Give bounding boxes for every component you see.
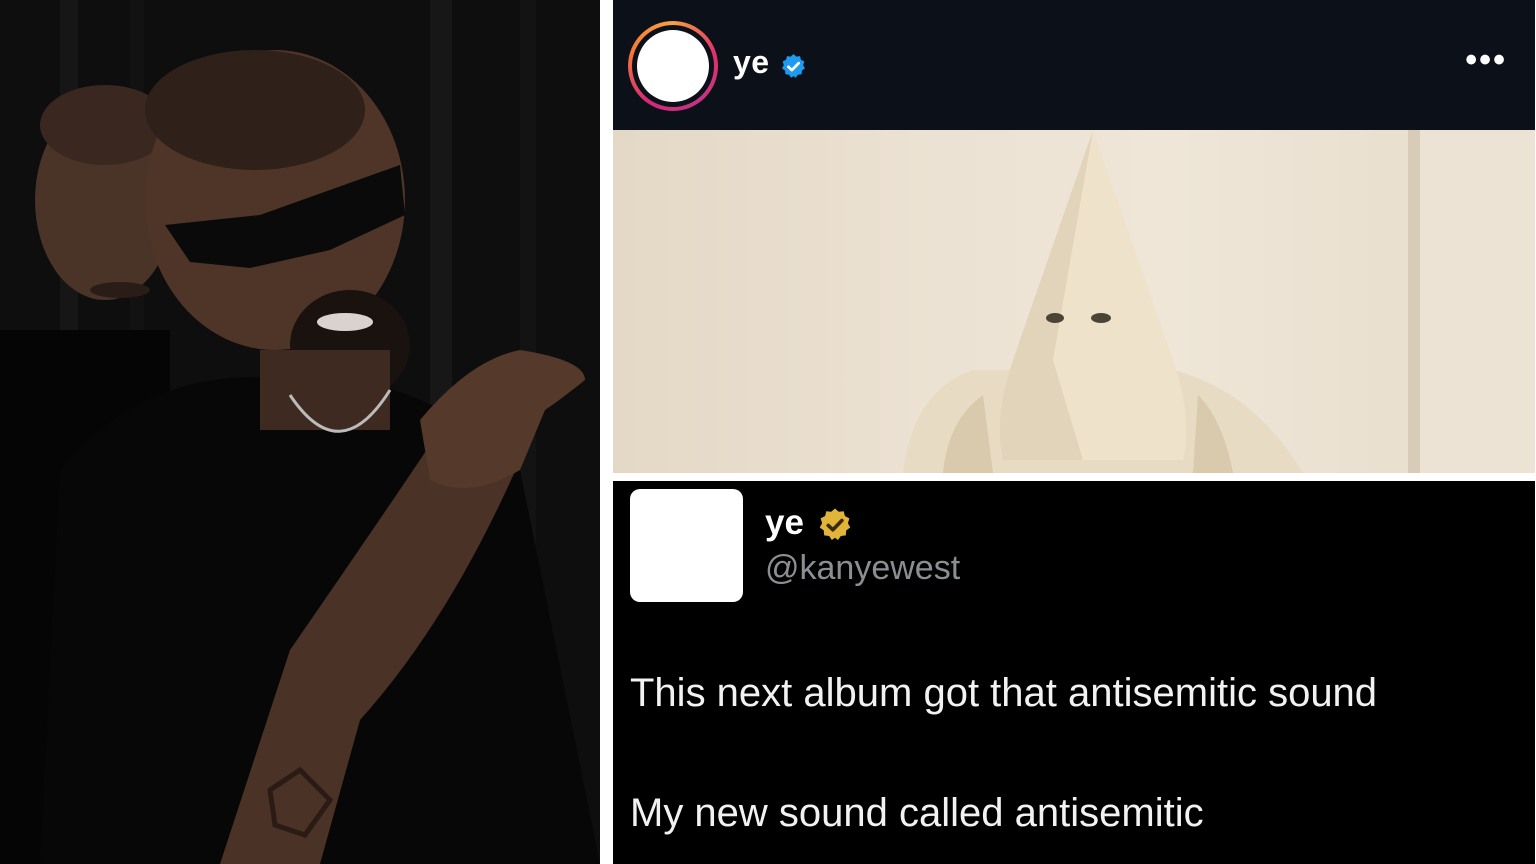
more-options-icon[interactable]: ••• [1465,43,1507,77]
tweet-text-line: This next album got that antisemitic sou… [630,671,1378,715]
gold-verified-badge-icon [819,508,851,540]
post-image-illustration [903,130,1535,473]
display-name[interactable]: ye [765,503,804,543]
post-header: ye ••• [613,0,1535,130]
left-photo [0,0,600,864]
avatar[interactable] [637,30,709,102]
instagram-post: ye ••• [613,0,1535,473]
post-image[interactable] [613,130,1535,473]
handle[interactable]: @kanyewest [765,549,960,588]
story-ring[interactable] [628,21,718,111]
verified-badge-icon [782,54,805,78]
person-photo-illustration [0,0,600,864]
tweet-card: ye @kanyewest This next album got that a… [613,481,1535,864]
username[interactable]: ye [733,44,770,81]
avatar[interactable] [630,489,743,602]
tweet-text-line: My new sound called antisemitic [630,791,1204,835]
